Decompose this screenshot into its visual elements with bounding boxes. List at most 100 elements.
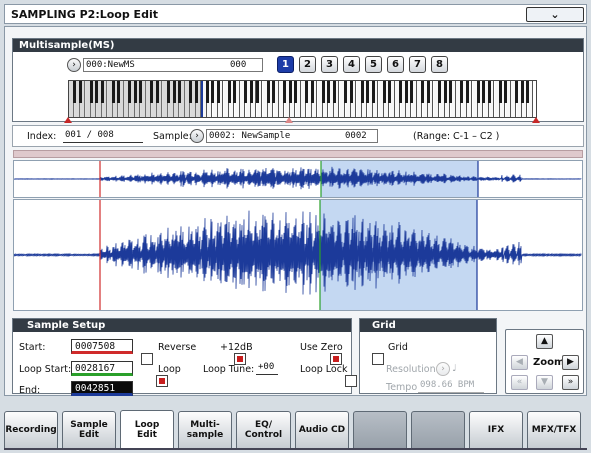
black-key[interactable]	[205, 81, 209, 103]
black-key[interactable]	[216, 81, 220, 103]
ms-number-button-5[interactable]: 5	[365, 56, 382, 73]
sample-select-button[interactable]: ›	[190, 129, 204, 143]
black-key[interactable]	[504, 81, 508, 103]
black-key[interactable]	[327, 81, 331, 103]
black-key[interactable]	[366, 81, 370, 103]
black-key[interactable]	[371, 81, 375, 103]
black-key[interactable]	[227, 81, 231, 103]
tab-loop-edit[interactable]: Loop Edit	[120, 410, 174, 449]
black-key[interactable]	[443, 81, 447, 103]
black-key[interactable]	[349, 81, 353, 103]
black-key[interactable]	[283, 81, 287, 103]
black-key[interactable]	[515, 81, 519, 103]
black-key[interactable]	[404, 81, 408, 103]
ms-number-button-4[interactable]: 4	[343, 56, 360, 73]
ms-select-button[interactable]: ›	[67, 58, 81, 72]
black-key[interactable]	[360, 81, 364, 103]
black-key[interactable]	[344, 81, 347, 103]
loop-lock-checkbox[interactable]	[344, 375, 357, 387]
black-key[interactable]	[332, 81, 336, 103]
tab-recording[interactable]: Recording	[4, 411, 58, 449]
loop-start-value-field[interactable]: 0028167	[71, 361, 133, 376]
page-menu-button[interactable]: ⌄	[526, 7, 584, 22]
ms-number-button-2[interactable]: 2	[299, 56, 316, 73]
black-key[interactable]	[465, 81, 469, 103]
black-key[interactable]	[498, 81, 502, 103]
ms-number-button-1[interactable]: 1	[277, 56, 294, 73]
black-key[interactable]	[449, 81, 453, 103]
tab-eq-control[interactable]: EQ/ Control	[236, 411, 291, 449]
index-field[interactable]: 001 / 008	[63, 129, 143, 143]
black-key[interactable]	[150, 81, 154, 103]
black-key[interactable]	[244, 81, 248, 103]
black-key[interactable]	[288, 81, 292, 103]
black-key[interactable]	[155, 81, 159, 103]
black-key[interactable]	[421, 81, 425, 103]
start-value-field[interactable]: 0007508	[71, 339, 133, 354]
black-key[interactable]	[255, 81, 259, 103]
resolution-select-button[interactable]: ›	[436, 362, 450, 376]
loop-tune-field[interactable]: +00	[256, 361, 278, 375]
black-key[interactable]	[526, 81, 530, 103]
black-key[interactable]	[305, 81, 309, 103]
black-key[interactable]	[233, 81, 237, 103]
waveform-scrollbar[interactable]	[13, 150, 583, 158]
black-key[interactable]	[128, 81, 132, 103]
black-key[interactable]	[266, 81, 270, 103]
black-key[interactable]	[310, 81, 314, 103]
black-key[interactable]	[438, 81, 441, 103]
tempo-field[interactable]: 098.66 BPM	[418, 379, 484, 393]
tab-sample-edit[interactable]: Sample Edit	[62, 411, 116, 449]
tab-multi-sample[interactable]: Multi- sample	[178, 411, 232, 449]
black-key[interactable]	[520, 81, 524, 103]
black-key[interactable]	[78, 81, 82, 103]
black-key[interactable]	[487, 81, 491, 103]
black-key[interactable]	[117, 81, 121, 103]
black-key[interactable]	[95, 81, 99, 103]
black-key[interactable]	[460, 81, 464, 103]
black-key[interactable]	[388, 81, 392, 103]
zoom-fit-right-button[interactable]: »	[562, 375, 579, 390]
reverse-checkbox[interactable]	[141, 353, 153, 365]
black-key[interactable]	[410, 81, 414, 103]
black-key[interactable]	[89, 81, 93, 103]
loop-checkbox[interactable]	[156, 375, 169, 387]
zoom-in-vertical-button[interactable]: ▲	[536, 334, 553, 349]
black-key[interactable]	[399, 81, 403, 103]
black-key[interactable]	[249, 81, 253, 103]
tab-mfx-tfx[interactable]: MFX/TFX	[527, 411, 581, 449]
black-key[interactable]	[189, 81, 193, 103]
grid-checkbox[interactable]	[372, 353, 384, 365]
black-key[interactable]	[100, 81, 104, 103]
black-key[interactable]	[73, 81, 77, 103]
ms-name-field[interactable]: 000:NewMS 000	[83, 58, 263, 72]
keyboard[interactable]	[68, 80, 537, 118]
zoom-out-horizontal-button[interactable]: ◀	[511, 355, 528, 370]
black-key[interactable]	[178, 81, 182, 103]
waveform-editor[interactable]	[13, 199, 583, 311]
black-key[interactable]	[382, 81, 386, 103]
black-key[interactable]	[167, 81, 171, 103]
ms-number-button-3[interactable]: 3	[321, 56, 338, 73]
sample-field[interactable]: 0002: NewSample 0002	[206, 129, 378, 143]
ms-number-button-7[interactable]: 7	[409, 56, 426, 73]
black-key[interactable]	[172, 81, 176, 103]
black-key[interactable]	[321, 81, 325, 103]
waveform-overview[interactable]	[13, 160, 583, 198]
ms-number-button-6[interactable]: 6	[387, 56, 404, 73]
end-value-field[interactable]: 0042851	[71, 381, 133, 396]
zoom-in-horizontal-button[interactable]: ▶	[562, 355, 579, 370]
black-key[interactable]	[272, 81, 276, 103]
black-key[interactable]	[482, 81, 486, 103]
black-key[interactable]	[426, 81, 430, 103]
black-key[interactable]	[294, 81, 298, 103]
black-key[interactable]	[133, 81, 137, 103]
tab-audio-cd[interactable]: Audio CD	[295, 411, 349, 449]
black-key[interactable]	[476, 81, 480, 103]
zoom-out-vertical-button[interactable]: ▼	[536, 375, 553, 390]
black-key[interactable]	[211, 81, 215, 103]
black-key[interactable]	[111, 81, 115, 103]
black-key[interactable]	[139, 81, 143, 103]
zoom-fit-left-button[interactable]: «	[511, 375, 528, 390]
black-key[interactable]	[194, 81, 198, 103]
